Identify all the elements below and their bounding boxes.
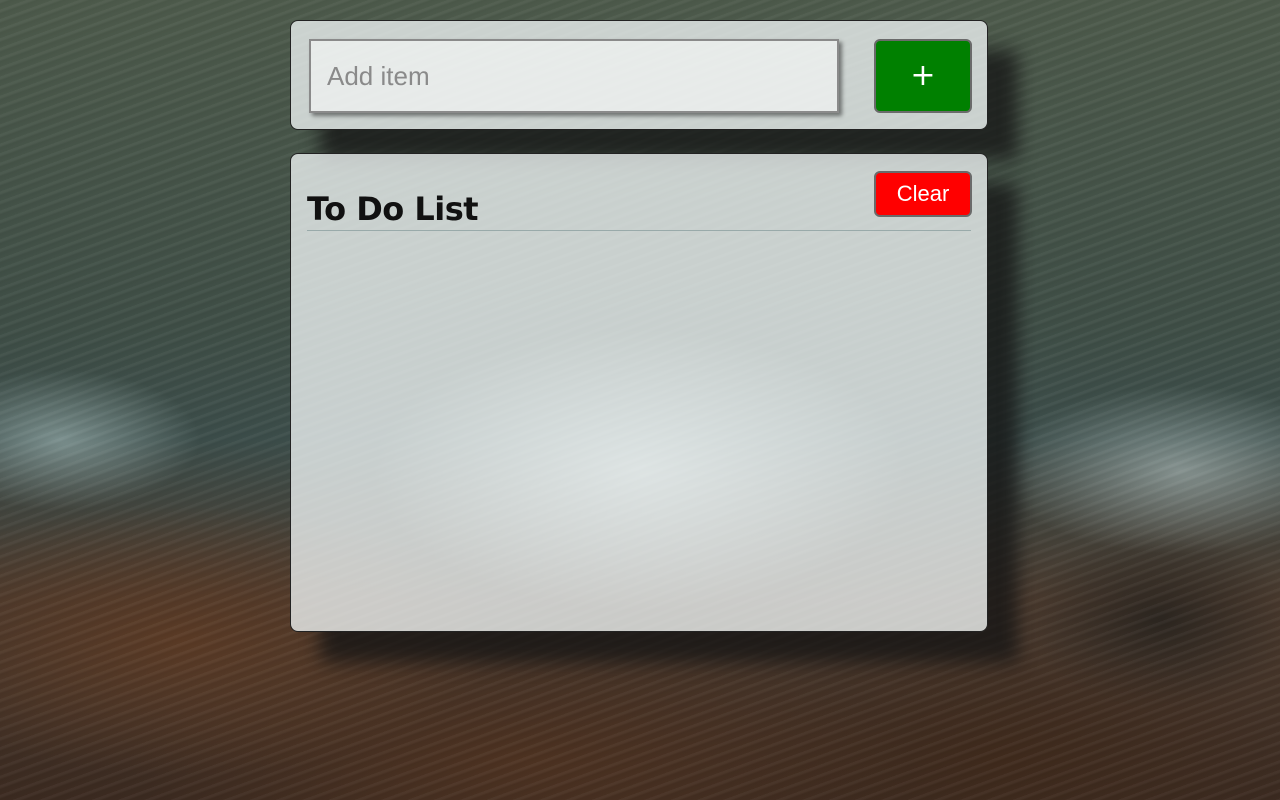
add-item-input[interactable]: [309, 39, 839, 113]
add-item-button[interactable]: +: [874, 39, 972, 113]
title-divider: [307, 230, 971, 231]
list-title: To Do List: [307, 190, 479, 228]
todo-list-card: To Do List Clear: [290, 153, 988, 632]
add-item-card: +: [290, 20, 988, 130]
todo-list: [307, 238, 971, 621]
clear-button[interactable]: Clear: [874, 171, 972, 217]
